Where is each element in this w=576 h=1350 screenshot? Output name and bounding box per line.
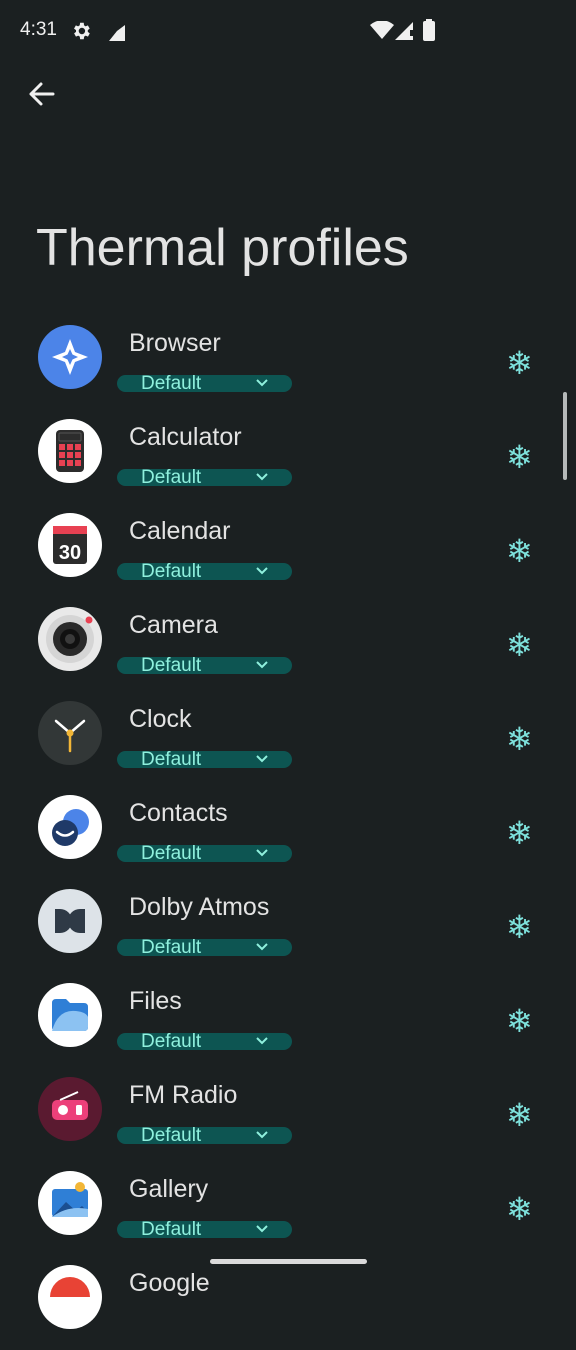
profile-value: Default (141, 655, 202, 676)
cellular-icon (395, 22, 413, 40)
snowflake-icon[interactable]: ❄ (506, 347, 533, 379)
chevron-down-icon (256, 755, 268, 763)
profile-dropdown[interactable]: Default (117, 843, 292, 864)
profile-value: Default (141, 1125, 202, 1146)
profile-dropdown[interactable]: Default (117, 561, 292, 582)
app-name: Gallery (129, 1175, 209, 1203)
app-name: Clock (129, 705, 192, 733)
clock-icon (38, 701, 102, 765)
back-button[interactable] (18, 70, 66, 118)
snowflake-icon[interactable]: ❄ (506, 723, 533, 755)
profile-value: Default (141, 1219, 202, 1240)
camera-icon (38, 607, 102, 671)
chevron-down-icon (256, 379, 268, 387)
list-item[interactable]: 30 Calendar Default ❄ (0, 504, 576, 598)
profile-dropdown[interactable]: Default (117, 1219, 292, 1240)
list-item[interactable]: Dolby Atmos Default ❄ (0, 880, 576, 974)
battery-icon (423, 19, 435, 41)
app-name: Contacts (129, 799, 228, 827)
app-name: Dolby Atmos (129, 893, 270, 921)
list-item[interactable]: FM Radio Default ❄ (0, 1068, 576, 1162)
contacts-icon (38, 795, 102, 859)
calculator-icon (38, 419, 102, 483)
profile-dropdown[interactable]: Default (117, 1125, 292, 1146)
snowflake-icon[interactable]: ❄ (506, 817, 533, 849)
chevron-down-icon (256, 943, 268, 951)
profile-dropdown[interactable]: Default (117, 467, 292, 488)
snowflake-icon[interactable]: ❄ (506, 911, 533, 943)
arrow-left-icon (29, 82, 55, 106)
app-name: Camera (129, 611, 218, 639)
chevron-down-icon (256, 661, 268, 669)
profile-value: Default (141, 937, 202, 958)
profile-dropdown[interactable]: Default (117, 655, 292, 676)
app-name: Calendar (129, 517, 231, 545)
profile-value: Default (141, 1031, 202, 1052)
profile-value: Default (141, 843, 202, 864)
list-item[interactable]: Browser Default ❄ (0, 316, 576, 410)
chevron-down-icon (256, 473, 268, 481)
snowflake-icon[interactable]: ❄ (506, 1099, 533, 1131)
files-icon (38, 983, 102, 1047)
profile-value: Default (141, 749, 202, 770)
signal-partial-icon (109, 25, 125, 41)
app-name: Files (129, 987, 182, 1015)
snowflake-icon[interactable]: ❄ (506, 1005, 533, 1037)
gesture-nav-bar[interactable] (210, 1259, 367, 1264)
radio-icon (38, 1077, 102, 1141)
profile-dropdown[interactable]: Default (117, 1031, 292, 1052)
app-name: Google (129, 1269, 210, 1297)
app-name: Browser (129, 329, 221, 357)
profile-dropdown[interactable]: Default (117, 373, 292, 394)
app-name: Calculator (129, 423, 242, 451)
gear-icon (74, 22, 90, 40)
list-item[interactable]: Contacts Default ❄ (0, 786, 576, 880)
chevron-down-icon (256, 849, 268, 857)
google-icon (38, 1265, 102, 1329)
dolby-icon (38, 889, 102, 953)
chevron-down-icon (256, 1131, 268, 1139)
list-item[interactable]: Camera Default ❄ (0, 598, 576, 692)
app-list[interactable]: Browser Default ❄ Calculator Default ❄ 3… (0, 316, 576, 1350)
profile-dropdown[interactable]: Default (117, 749, 292, 770)
profile-value: Default (141, 373, 202, 394)
list-item[interactable]: Files Default ❄ (0, 974, 576, 1068)
scrollbar[interactable] (563, 392, 567, 480)
chevron-down-icon (256, 1225, 268, 1233)
browser-icon (38, 325, 102, 389)
snowflake-icon[interactable]: ❄ (506, 1193, 533, 1225)
status-bar: 4:31 (0, 0, 576, 60)
snowflake-icon[interactable]: ❄ (506, 629, 533, 661)
gallery-icon (38, 1171, 102, 1235)
calendar-icon: 30 (38, 513, 102, 577)
chevron-down-icon (256, 567, 268, 575)
wifi-icon (370, 21, 394, 39)
calendar-icon-date: 30 (59, 542, 81, 564)
list-item[interactable]: Gallery Default ❄ (0, 1162, 576, 1256)
page-title: Thermal profiles (36, 219, 409, 277)
chevron-down-icon (256, 1037, 268, 1045)
app-name: FM Radio (129, 1081, 238, 1109)
profile-dropdown[interactable]: Default (117, 937, 292, 958)
profile-value: Default (141, 467, 202, 488)
profile-value: Default (141, 561, 202, 582)
list-item[interactable]: Calculator Default ❄ (0, 410, 576, 504)
list-item[interactable]: Google (0, 1256, 576, 1350)
status-time: 4:31 (20, 19, 57, 40)
snowflake-icon[interactable]: ❄ (506, 441, 533, 473)
snowflake-icon[interactable]: ❄ (506, 535, 533, 567)
list-item[interactable]: Clock Default ❄ (0, 692, 576, 786)
